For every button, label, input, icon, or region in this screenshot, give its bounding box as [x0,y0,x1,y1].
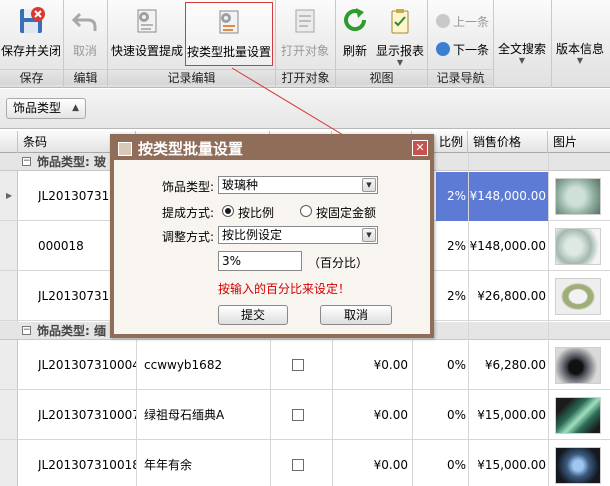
percent-input-value: 3% [222,254,242,268]
type-select[interactable]: 玻璃种 ▼ [218,176,378,194]
percent-input[interactable]: 3% [218,251,302,271]
mode-field-label: 提成方式: [162,206,215,220]
window-icon [118,142,132,156]
mode-ratio-radio[interactable] [222,205,234,217]
type-field-label: 饰品类型: [162,180,215,194]
dialog-cancel-button[interactable]: 取消 [320,305,392,325]
mode-ratio-label: 按比例 [238,206,275,220]
hint-text: 按输入的百分比来设定！ [218,282,351,296]
dialog-titlebar[interactable]: 按类型批量设置 ✕ [114,138,430,160]
close-icon[interactable]: ✕ [412,140,428,156]
mode-fixed-label: 按固定金额 [316,206,377,220]
submit-button[interactable]: 提交 [218,305,288,325]
type-select-value: 玻璃种 [222,178,259,192]
adjust-select-value: 按比例设定 [222,228,283,242]
percent-unit-label: （百分比） [308,256,369,270]
dialog-body: 饰品类型: 玻璃种 ▼ 提成方式: 按比例 按固定金额 调整方式: 按比例设定 … [114,160,430,334]
adjust-field-label: 调整方式: [162,230,215,244]
batch-setting-dialog: 按类型批量设置 ✕ 饰品类型: 玻璃种 ▼ 提成方式: 按比例 按固定金额 调整… [110,134,434,338]
adjust-select[interactable]: 按比例设定 ▼ [218,226,378,244]
chevron-down-icon[interactable]: ▼ [362,178,376,192]
dialog-title: 按类型批量设置 [138,140,244,158]
mode-fixed-radio[interactable] [300,205,312,217]
chevron-down-icon[interactable]: ▼ [362,228,376,242]
